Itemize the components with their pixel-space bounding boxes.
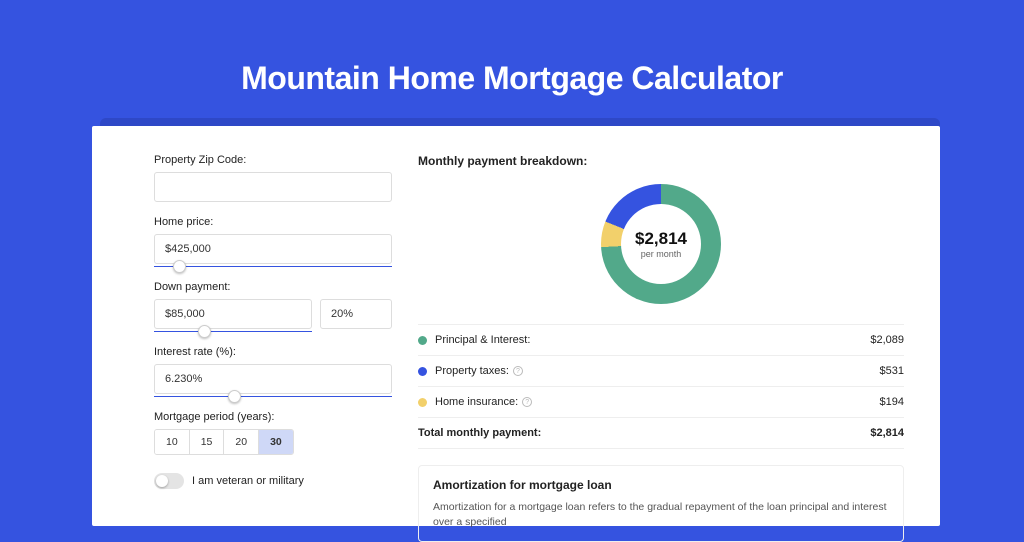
period-field-group: Mortgage period (years): 10 15 20 30 <box>154 411 392 455</box>
dot-icon <box>418 367 427 376</box>
donut-value: $2,814 <box>635 229 687 249</box>
legend-total-label: Total monthly payment: <box>418 427 870 439</box>
legend-row-total: Total monthly payment: $2,814 <box>418 418 904 449</box>
legend: Principal & Interest: $2,089 Property ta… <box>418 324 904 449</box>
price-field-group: Home price: <box>154 216 392 267</box>
form-column: Property Zip Code: Home price: Down paym… <box>154 154 392 526</box>
price-slider[interactable] <box>154 266 392 267</box>
period-btn-30[interactable]: 30 <box>259 430 293 454</box>
rate-field-group: Interest rate (%): <box>154 346 392 397</box>
veteran-toggle[interactable] <box>154 473 184 489</box>
period-button-group: 10 15 20 30 <box>154 429 294 455</box>
donut-center: $2,814 per month <box>601 184 721 304</box>
page-title: Mountain Home Mortgage Calculator <box>0 0 1024 127</box>
calculator-card: Property Zip Code: Home price: Down paym… <box>92 126 940 526</box>
dot-icon <box>418 398 427 407</box>
legend-row-principal: Principal & Interest: $2,089 <box>418 325 904 356</box>
period-btn-15[interactable]: 15 <box>190 430 225 454</box>
down-percent-input[interactable] <box>320 299 392 329</box>
dot-icon <box>418 336 427 345</box>
down-label: Down payment: <box>154 281 392 293</box>
zip-label: Property Zip Code: <box>154 154 392 166</box>
rate-label: Interest rate (%): <box>154 346 392 358</box>
legend-label: Property taxes:? <box>435 365 880 377</box>
donut-sub: per month <box>641 249 682 259</box>
amortization-text: Amortization for a mortgage loan refers … <box>433 500 889 529</box>
legend-row-insurance: Home insurance:? $194 <box>418 387 904 418</box>
legend-value: $531 <box>880 365 904 377</box>
amortization-box: Amortization for mortgage loan Amortizat… <box>418 465 904 542</box>
zip-input[interactable] <box>154 172 392 202</box>
price-label: Home price: <box>154 216 392 228</box>
info-icon[interactable]: ? <box>513 366 523 376</box>
legend-label: Home insurance:? <box>435 396 880 408</box>
legend-label: Principal & Interest: <box>435 334 870 346</box>
legend-value: $194 <box>880 396 904 408</box>
period-btn-10[interactable]: 10 <box>155 430 190 454</box>
donut-chart: $2,814 per month <box>601 184 721 304</box>
info-icon[interactable]: ? <box>522 397 532 407</box>
veteran-row: I am veteran or military <box>154 473 392 489</box>
veteran-label: I am veteran or military <box>192 475 304 487</box>
breakdown-column: Monthly payment breakdown: $2,814 per mo… <box>418 154 904 526</box>
down-slider-thumb[interactable] <box>198 325 211 338</box>
legend-value: $2,089 <box>870 334 904 346</box>
down-amount-input[interactable] <box>154 299 312 329</box>
price-slider-thumb[interactable] <box>173 260 186 273</box>
legend-total-value: $2,814 <box>870 427 904 439</box>
price-input[interactable] <box>154 234 392 264</box>
down-slider[interactable] <box>154 331 312 332</box>
breakdown-title: Monthly payment breakdown: <box>418 154 904 168</box>
down-field-group: Down payment: <box>154 281 392 332</box>
period-btn-20[interactable]: 20 <box>224 430 259 454</box>
amortization-title: Amortization for mortgage loan <box>433 478 889 492</box>
zip-field-group: Property Zip Code: <box>154 154 392 202</box>
rate-input[interactable] <box>154 364 392 394</box>
rate-slider-thumb[interactable] <box>228 390 241 403</box>
period-label: Mortgage period (years): <box>154 411 392 423</box>
donut-chart-area: $2,814 per month <box>418 178 904 324</box>
legend-row-taxes: Property taxes:? $531 <box>418 356 904 387</box>
rate-slider[interactable] <box>154 396 392 397</box>
